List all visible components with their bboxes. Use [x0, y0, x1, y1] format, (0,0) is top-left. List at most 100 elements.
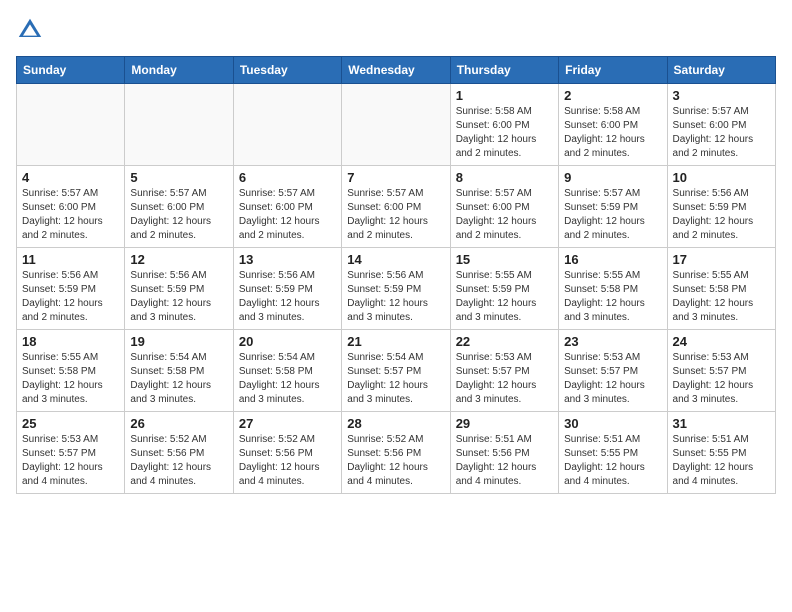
calendar-cell: 23Sunrise: 5:53 AM Sunset: 5:57 PM Dayli…: [559, 330, 667, 412]
day-info: Sunrise: 5:57 AM Sunset: 5:59 PM Dayligh…: [564, 187, 661, 243]
day-number: 20: [239, 334, 336, 349]
calendar-cell: [125, 84, 233, 166]
calendar-cell: 31 Sunrise: 5:51 AM Sunset: 5:55 PM Dayli…: [667, 412, 775, 494]
calendar-cell: [233, 84, 341, 166]
calendar-cell: 14Sunrise: 5:56 AM Sunset: 5:59 PM Dayli…: [342, 248, 450, 330]
day-of-week-header: Wednesday: [342, 57, 450, 84]
calendar-cell: 28 Sunrise: 5:52 AM Sunset: 5:56 PM Dayli…: [342, 412, 450, 494]
day-number: 29: [456, 416, 553, 431]
day-number: 7: [347, 170, 444, 185]
calendar-week-row: 11Sunrise: 5:56 AM Sunset: 5:59 PM Dayli…: [17, 248, 776, 330]
day-number: 25: [22, 416, 119, 431]
day-number: 26: [130, 416, 227, 431]
logo-icon: [16, 16, 44, 44]
calendar-cell: [17, 84, 125, 166]
calendar-header-row: SundayMondayTuesdayWednesdayThursdayFrid…: [17, 57, 776, 84]
day-info: Sunrise: 5:56 AM Sunset: 5:59 PM Dayligh…: [130, 269, 227, 325]
day-number: 19: [130, 334, 227, 349]
calendar-cell: 6 Sunrise: 5:57 AM Sunset: 6:00 PM Daylig…: [233, 166, 341, 248]
calendar-week-row: 4 Sunrise: 5:57 AM Sunset: 6:00 PM Daylig…: [17, 166, 776, 248]
day-info: Sunrise: 5:53 AM Sunset: 5:57 PM Dayligh…: [673, 351, 770, 407]
day-number: 27: [239, 416, 336, 431]
day-of-week-header: Tuesday: [233, 57, 341, 84]
day-number: 13: [239, 252, 336, 267]
calendar-cell: 29 Sunrise: 5:51 AM Sunset: 5:56 PM Dayli…: [450, 412, 558, 494]
calendar-cell: 21 Sunrise: 5:54 AM Sunset: 5:57 PM Dayli…: [342, 330, 450, 412]
calendar-cell: 24Sunrise: 5:53 AM Sunset: 5:57 PM Dayli…: [667, 330, 775, 412]
day-number: 15: [456, 252, 553, 267]
calendar-cell: 5 Sunrise: 5:57 AM Sunset: 6:00 PM Daylig…: [125, 166, 233, 248]
day-number: 31: [673, 416, 770, 431]
day-info: Sunrise: 5:57 AM Sunset: 6:00 PM Dayligh…: [130, 187, 227, 243]
day-number: 5: [130, 170, 227, 185]
day-info: Sunrise: 5:55 AM Sunset: 5:59 PM Dayligh…: [456, 269, 553, 325]
day-number: 2: [564, 88, 661, 103]
day-number: 12: [130, 252, 227, 267]
calendar-cell: 20 Sunrise: 5:54 AM Sunset: 5:58 PM Dayli…: [233, 330, 341, 412]
day-info: Sunrise: 5:57 AM Sunset: 6:00 PM Dayligh…: [456, 187, 553, 243]
calendar-cell: 2 Sunrise: 5:58 AM Sunset: 6:00 PM Daylig…: [559, 84, 667, 166]
day-info: Sunrise: 5:56 AM Sunset: 5:59 PM Dayligh…: [239, 269, 336, 325]
calendar-cell: 11Sunrise: 5:56 AM Sunset: 5:59 PM Dayli…: [17, 248, 125, 330]
day-info: Sunrise: 5:51 AM Sunset: 5:55 PM Dayligh…: [564, 433, 661, 489]
calendar-cell: 7Sunrise: 5:57 AM Sunset: 6:00 PM Daylig…: [342, 166, 450, 248]
calendar-week-row: 18 Sunrise: 5:55 AM Sunset: 5:58 PM Dayli…: [17, 330, 776, 412]
calendar-cell: 15 Sunrise: 5:55 AM Sunset: 5:59 PM Dayli…: [450, 248, 558, 330]
calendar-cell: 4 Sunrise: 5:57 AM Sunset: 6:00 PM Daylig…: [17, 166, 125, 248]
page-header: [16, 16, 776, 44]
day-info: Sunrise: 5:58 AM Sunset: 6:00 PM Dayligh…: [456, 105, 553, 161]
calendar-cell: 16Sunrise: 5:55 AM Sunset: 5:58 PM Dayli…: [559, 248, 667, 330]
day-info: Sunrise: 5:53 AM Sunset: 5:57 PM Dayligh…: [22, 433, 119, 489]
day-number: 21: [347, 334, 444, 349]
day-info: Sunrise: 5:58 AM Sunset: 6:00 PM Dayligh…: [564, 105, 661, 161]
day-info: Sunrise: 5:51 AM Sunset: 5:56 PM Dayligh…: [456, 433, 553, 489]
day-info: Sunrise: 5:57 AM Sunset: 6:00 PM Dayligh…: [239, 187, 336, 243]
calendar-cell: 1 Sunrise: 5:58 AM Sunset: 6:00 PM Daylig…: [450, 84, 558, 166]
calendar-cell: 22 Sunrise: 5:53 AM Sunset: 5:57 PM Dayli…: [450, 330, 558, 412]
day-info: Sunrise: 5:56 AM Sunset: 5:59 PM Dayligh…: [673, 187, 770, 243]
day-number: 17: [673, 252, 770, 267]
calendar-cell: 12 Sunrise: 5:56 AM Sunset: 5:59 PM Dayli…: [125, 248, 233, 330]
logo: [16, 16, 48, 44]
day-info: Sunrise: 5:55 AM Sunset: 5:58 PM Dayligh…: [673, 269, 770, 325]
day-info: Sunrise: 5:51 AM Sunset: 5:55 PM Dayligh…: [673, 433, 770, 489]
day-info: Sunrise: 5:54 AM Sunset: 5:57 PM Dayligh…: [347, 351, 444, 407]
day-info: Sunrise: 5:55 AM Sunset: 5:58 PM Dayligh…: [22, 351, 119, 407]
day-number: 9: [564, 170, 661, 185]
day-number: 30: [564, 416, 661, 431]
calendar-cell: 10 Sunrise: 5:56 AM Sunset: 5:59 PM Dayli…: [667, 166, 775, 248]
calendar-cell: 26Sunrise: 5:52 AM Sunset: 5:56 PM Dayli…: [125, 412, 233, 494]
day-info: Sunrise: 5:53 AM Sunset: 5:57 PM Dayligh…: [564, 351, 661, 407]
day-number: 28: [347, 416, 444, 431]
calendar-cell: 19 Sunrise: 5:54 AM Sunset: 5:58 PM Dayli…: [125, 330, 233, 412]
calendar-cell: 25 Sunrise: 5:53 AM Sunset: 5:57 PM Dayli…: [17, 412, 125, 494]
day-info: Sunrise: 5:52 AM Sunset: 5:56 PM Dayligh…: [239, 433, 336, 489]
day-number: 10: [673, 170, 770, 185]
day-info: Sunrise: 5:57 AM Sunset: 6:00 PM Dayligh…: [673, 105, 770, 161]
day-number: 18: [22, 334, 119, 349]
day-info: Sunrise: 5:57 AM Sunset: 6:00 PM Dayligh…: [22, 187, 119, 243]
day-info: Sunrise: 5:54 AM Sunset: 5:58 PM Dayligh…: [130, 351, 227, 407]
calendar-cell: 13 Sunrise: 5:56 AM Sunset: 5:59 PM Dayli…: [233, 248, 341, 330]
day-of-week-header: Friday: [559, 57, 667, 84]
day-info: Sunrise: 5:56 AM Sunset: 5:59 PM Dayligh…: [22, 269, 119, 325]
day-info: Sunrise: 5:54 AM Sunset: 5:58 PM Dayligh…: [239, 351, 336, 407]
day-of-week-header: Thursday: [450, 57, 558, 84]
calendar-cell: [342, 84, 450, 166]
calendar-table: SundayMondayTuesdayWednesdayThursdayFrid…: [16, 56, 776, 494]
calendar-cell: 3Sunrise: 5:57 AM Sunset: 6:00 PM Daylig…: [667, 84, 775, 166]
calendar-cell: 27 Sunrise: 5:52 AM Sunset: 5:56 PM Dayli…: [233, 412, 341, 494]
day-info: Sunrise: 5:55 AM Sunset: 5:58 PM Dayligh…: [564, 269, 661, 325]
day-info: Sunrise: 5:52 AM Sunset: 5:56 PM Dayligh…: [347, 433, 444, 489]
day-number: 14: [347, 252, 444, 267]
calendar-cell: 9 Sunrise: 5:57 AM Sunset: 5:59 PM Daylig…: [559, 166, 667, 248]
day-info: Sunrise: 5:53 AM Sunset: 5:57 PM Dayligh…: [456, 351, 553, 407]
day-of-week-header: Saturday: [667, 57, 775, 84]
day-number: 6: [239, 170, 336, 185]
calendar-cell: 30 Sunrise: 5:51 AM Sunset: 5:55 PM Dayli…: [559, 412, 667, 494]
day-number: 4: [22, 170, 119, 185]
day-number: 8: [456, 170, 553, 185]
day-of-week-header: Sunday: [17, 57, 125, 84]
day-number: 1: [456, 88, 553, 103]
day-number: 22: [456, 334, 553, 349]
